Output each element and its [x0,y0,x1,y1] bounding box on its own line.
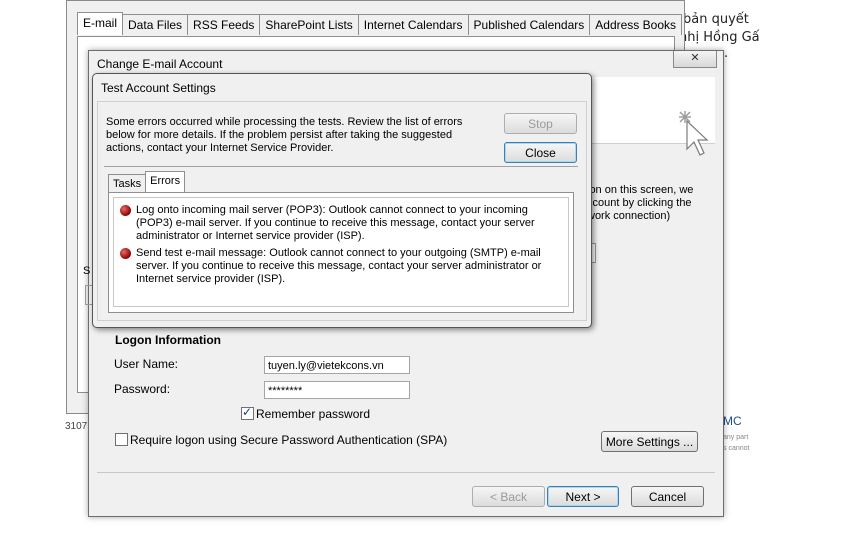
back-button[interactable]: < Back [472,486,545,507]
spa-label: Require logon using Secure Password Auth… [130,433,448,447]
error-icon [120,248,131,259]
pointer-sparkle-icon [679,111,709,156]
user-name-input[interactable]: tuyen.ly@vietekcons.vn [264,356,410,374]
tab-published-calendars[interactable]: Published Calendars [467,14,591,35]
account-settings-tabs: E-mail Data Files RSS Feeds SharePoint L… [77,12,682,36]
close-button[interactable]: Close [504,142,577,163]
stop-button[interactable]: Stop [504,113,577,134]
tab-sharepoint-lists[interactable]: SharePoint Lists [259,14,359,35]
tab-rss-feeds[interactable]: RSS Feeds [187,14,261,35]
partial-field [85,285,92,305]
doc-text-line: . [724,46,729,61]
errors-panel: Log onto incoming mail server (POP3): Ou… [108,192,574,313]
tab-tasks[interactable]: Tasks [108,174,147,193]
window-title: Change E-mail Account [97,57,223,71]
footer-divider [97,472,715,473]
logon-section-title: Logon Information [115,333,221,347]
dialog-body: Some errors occurred while processing th… [97,101,587,321]
list-item: Send test e-mail message: Outlook cannot… [120,247,564,286]
remember-password-label: Remember password [256,407,371,421]
tab-email[interactable]: E-mail [77,12,124,35]
partial-label: S [83,265,91,277]
spa-checkbox[interactable] [115,433,128,446]
close-icon: ✕ [690,52,700,64]
tab-internet-calendars[interactable]: Internet Calendars [357,14,469,35]
doc-mc-label: MC [723,414,742,428]
doc-text-line: nhị Hồng Gấ [679,30,760,45]
more-settings-button[interactable]: More Settings ... [601,431,698,452]
dialog-divider [104,166,578,167]
test-tabs: Tasks Errors [108,171,186,193]
errors-list: Log onto incoming mail server (POP3): Ou… [113,197,569,307]
description-text: work connection) [587,210,671,222]
error-summary-message: Some errors occurred while processing th… [106,116,463,154]
tab-data-files[interactable]: Data Files [122,14,189,35]
description-text: ion on this screen, we [587,184,694,196]
cancel-button[interactable]: Cancel [631,486,704,507]
error-icon [120,205,131,216]
description-text: ccount by clicking the [587,197,692,209]
tab-errors[interactable]: Errors [145,171,186,193]
doc-small-text: s cannot [723,445,750,452]
test-account-settings-dialog: Test Account Settings Some errors occurr… [92,73,592,328]
doc-text-line: bản quyết [683,12,749,27]
password-label: Password: [114,382,171,396]
error-text: Log onto incoming mail server (POP3): Ou… [136,204,535,242]
next-button[interactable]: Next > [547,486,619,507]
user-name-label: User Name: [114,357,179,371]
error-text: Send test e-mail message: Outlook cannot… [136,247,542,285]
list-item: Log onto incoming mail server (POP3): Ou… [120,204,564,243]
doc-small-text: any part [723,434,749,441]
tab-address-books[interactable]: Address Books [589,14,682,35]
status-number: 3107 [65,421,88,432]
close-window-button[interactable]: ✕ [673,51,717,68]
password-input[interactable]: ******** [264,381,410,399]
dialog-title: Test Account Settings [101,81,216,95]
remember-password-checkbox[interactable] [241,405,254,420]
